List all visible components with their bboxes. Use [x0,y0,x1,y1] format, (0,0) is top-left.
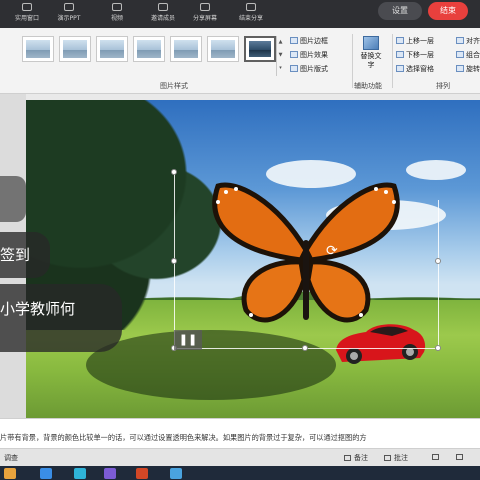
taskbar-app-icon[interactable] [170,468,182,479]
send-backward-button[interactable]: 下移一层 [396,49,434,61]
picture-style-1[interactable] [22,36,54,62]
share-screen-icon [200,3,210,11]
resize-handle[interactable] [435,258,441,264]
chevron-up-icon[interactable]: ▲ [277,36,284,49]
group-button[interactable]: 组合 [456,49,480,61]
sign-in-label: 签到 [0,246,31,264]
pause-icon: ❚❚ [178,333,198,346]
screen: 实用窗口 演示PPT 视频 邀请成员 分享屏幕 结束分享 设置 结束 ▲ ▼ ▾… [0,0,480,480]
meeting-item-2[interactable]: 视频 [96,3,138,22]
align-button[interactable]: 对齐 [456,35,480,47]
selection-border [438,200,439,348]
end-meeting-button[interactable]: 结束 [428,2,468,20]
slide-sorter-button[interactable] [456,453,466,461]
resize-handle[interactable] [171,169,177,175]
chevron-down-icon[interactable]: ▼ [277,49,284,62]
group-icon [456,51,464,58]
ppt-icon [64,3,74,11]
send-backward-icon [396,51,404,58]
sign-in-panel[interactable]: 签到 [0,232,50,278]
picture-border-button[interactable]: 图片边框 [290,35,328,47]
more-icon[interactable]: ▾ [277,62,284,75]
picture-style-4[interactable] [133,36,165,62]
comments-toggle-button[interactable]: 批注 [384,453,408,463]
align-icon [456,37,464,44]
video-icon [112,3,122,11]
meeting-toolbar: 实用窗口 演示PPT 视频 邀请成员 分享屏幕 结束分享 设置 结束 [0,0,480,28]
selection-pane-button[interactable]: 选择窗格 [396,63,434,75]
overlay-panel [0,176,26,222]
stop-share-icon [246,3,256,11]
notes-text: 片带有背景，背景的颜色比较单一的话，可以通过设置透明色来解决。如果图片的背景过于… [0,433,367,442]
meeting-item-4[interactable]: 分享屏幕 [184,3,226,22]
border-icon [290,37,298,44]
normal-view-button[interactable] [432,453,442,461]
resize-handle[interactable] [435,345,441,351]
rotate-button[interactable]: 旋转 [456,63,480,75]
rotate-handle-icon[interactable]: ⟳ [326,244,338,258]
taskbar-app-icon[interactable] [104,468,116,479]
resize-handle[interactable] [171,258,177,264]
gallery-scroll[interactable]: ▲ ▼ ▾ [276,36,284,76]
powerpoint-icon[interactable] [136,468,148,479]
normal-view-icon [432,454,439,460]
bring-forward-button[interactable]: 上移一层 [396,35,434,47]
taskbar [0,466,480,480]
notes-toggle-button[interactable]: 备注 [344,453,368,463]
slide-sorter-icon [456,454,463,460]
taskbar-app-icon[interactable] [4,468,16,479]
layout-icon [290,65,298,72]
pause-button[interactable]: ❚❚ [174,330,202,350]
picture-style-6[interactable] [207,36,239,62]
meeting-item-1[interactable]: 演示PPT [48,3,90,22]
participant-name: 小学教师何 [0,300,76,318]
meeting-item-0[interactable]: 实用窗口 [6,3,48,22]
picture-effects-button[interactable]: 图片效果 [290,49,328,61]
comments-icon [384,455,391,461]
selection-pane-icon [396,65,404,72]
notes-pane[interactable]: 片带有背景，背景的颜色比较单一的话，可以通过设置透明色来解决。如果图片的背景过于… [0,418,480,448]
butterfly-image[interactable] [206,180,406,340]
arrange-group-label: 排列 [436,82,450,90]
invite-icon [158,3,168,11]
settings-button[interactable]: 设置 [378,2,422,20]
alt-text-button[interactable]: 替换文字 [360,36,382,70]
divider [352,34,353,88]
divider [392,34,393,88]
participant-panel: 小学教师何 [0,284,122,352]
picture-style-2[interactable] [59,36,91,62]
status-left: 调查 [4,454,18,462]
bring-forward-icon [396,37,404,44]
taskbar-app-icon[interactable] [40,468,52,479]
picture-style-7[interactable] [244,36,276,62]
meeting-item-3[interactable]: 邀请成员 [142,3,184,22]
rotate-icon [456,65,464,72]
picture-style-3[interactable] [96,36,128,62]
picture-layout-button[interactable]: 图片版式 [290,63,328,75]
ribbon: ▲ ▼ ▾ 图片样式 图片边框 图片效果 图片版式 替换文字 辅助功能 上移一层… [0,28,480,94]
meeting-item-5[interactable]: 结束分享 [230,3,272,22]
notes-icon [344,455,351,461]
red-car-image[interactable] [332,318,428,368]
status-bar: 调查 备注 批注 [0,448,480,466]
taskbar-app-icon[interactable] [74,468,86,479]
window-icon [22,3,32,11]
accessibility-group-label: 辅助功能 [354,82,382,90]
tree-shadow [86,330,336,400]
slide-canvas[interactable]: ⟳ [26,100,480,418]
alt-text-icon [363,36,379,50]
picture-style-5[interactable] [170,36,202,62]
effects-icon [290,51,298,58]
resize-handle[interactable] [302,345,308,351]
picture-styles-group-label: 图片样式 [160,82,188,90]
cloud [406,160,466,180]
